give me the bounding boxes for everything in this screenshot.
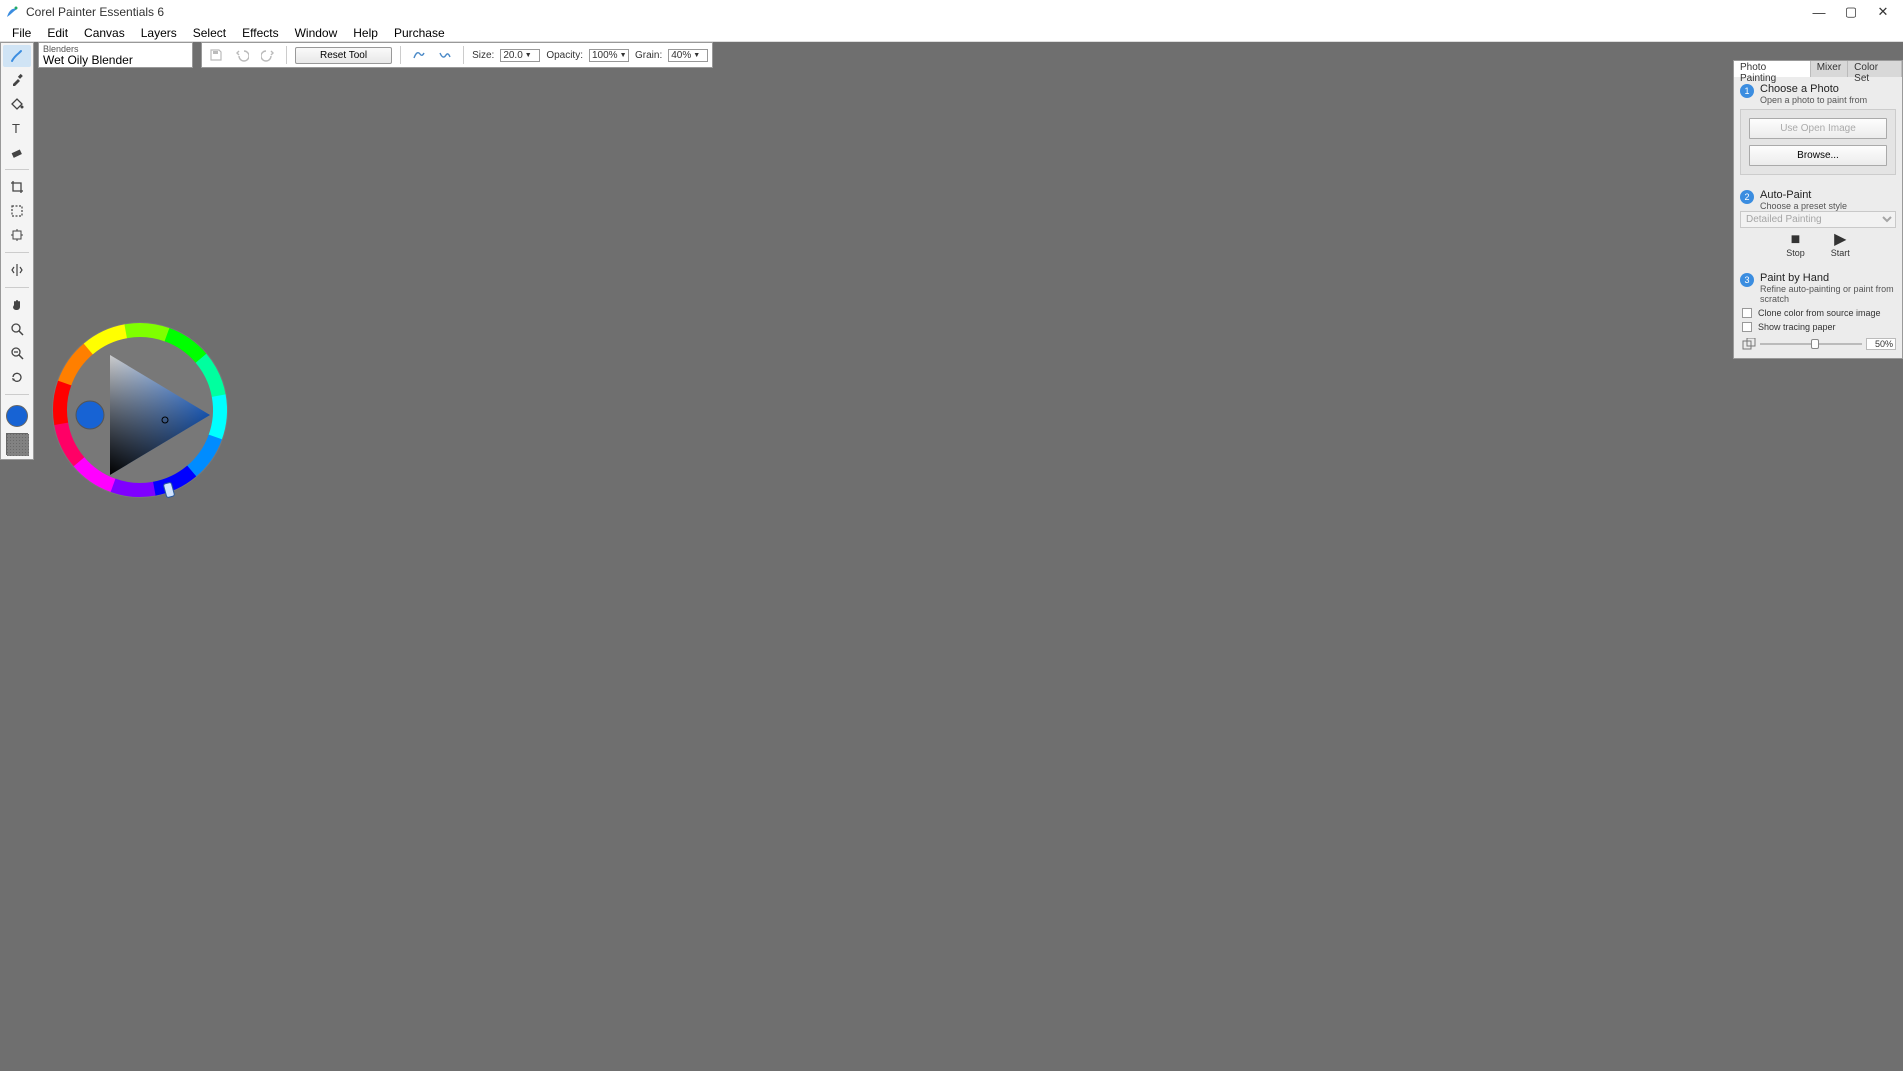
menu-canvas[interactable]: Canvas — [76, 26, 133, 40]
step-2-section: 2 Auto-Paint Choose a preset style Detai… — [1734, 183, 1902, 266]
save-icon[interactable] — [206, 45, 226, 65]
chevron-down-icon: ▼ — [620, 52, 627, 59]
stop-button[interactable]: ■ Stop — [1786, 232, 1805, 258]
play-icon: ▶ — [1834, 232, 1846, 248]
transform-tool[interactable] — [3, 224, 31, 246]
undo-icon[interactable] — [232, 45, 252, 65]
canvas-area[interactable] — [0, 68, 1903, 1071]
step-1-title: Choose a Photo — [1760, 83, 1867, 95]
brush-variant: Wet Oily Blender — [43, 55, 188, 66]
maximize-button[interactable]: ▢ — [1835, 4, 1867, 20]
menu-bar: File Edit Canvas Layers Select Effects W… — [0, 24, 1903, 42]
reset-tool-button[interactable]: Reset Tool — [295, 47, 392, 64]
menu-edit[interactable]: Edit — [39, 26, 76, 40]
menu-layers[interactable]: Layers — [133, 26, 185, 40]
grabber-tool[interactable] — [3, 294, 31, 316]
step-1-desc: Open a photo to paint from — [1760, 95, 1867, 105]
tracing-paper-checkbox[interactable]: Show tracing paper — [1742, 322, 1896, 332]
step-1-section: 1 Choose a Photo Open a photo to paint f… — [1734, 77, 1902, 183]
menu-help[interactable]: Help — [345, 26, 386, 40]
svg-text:T: T — [12, 121, 20, 136]
color-swatch[interactable] — [6, 405, 28, 427]
redo-icon[interactable] — [258, 45, 278, 65]
minimize-button[interactable]: — — [1803, 5, 1835, 20]
paint-bucket-tool[interactable] — [3, 93, 31, 115]
eraser-tool[interactable] — [3, 141, 31, 163]
chevron-down-icon: ▼ — [525, 52, 532, 59]
selection-tool[interactable] — [3, 200, 31, 222]
dab-preview-icon[interactable] — [409, 45, 429, 65]
menu-file[interactable]: File — [4, 26, 39, 40]
menu-purchase[interactable]: Purchase — [386, 26, 453, 40]
tab-mixer[interactable]: Mixer — [1811, 61, 1848, 77]
menu-select[interactable]: Select — [185, 26, 234, 40]
tracing-opacity-icon — [1742, 338, 1756, 350]
toolbox: T — [0, 42, 34, 460]
zoom-out-tool[interactable] — [3, 342, 31, 364]
tab-photo-painting[interactable]: Photo Painting — [1734, 61, 1811, 77]
text-tool[interactable]: T — [3, 117, 31, 139]
size-input[interactable]: 20.0▼ — [500, 49, 540, 62]
tracing-opacity-value[interactable]: 50% — [1866, 338, 1896, 350]
opacity-input[interactable]: 100%▼ — [589, 49, 629, 62]
property-bar: Reset Tool Size: 20.0▼ Opacity: 100%▼ Gr… — [201, 42, 713, 68]
property-bar-row: Blenders Wet Oily Blender Reset Tool Siz… — [0, 42, 1903, 68]
paper-swatch[interactable] — [6, 433, 28, 455]
panel-tabs: Photo Painting Mixer Color Set — [1734, 61, 1902, 77]
step-3-desc: Refine auto-painting or paint from scrat… — [1760, 284, 1896, 304]
app-title: Corel Painter Essentials 6 — [26, 5, 164, 19]
title-bar: Corel Painter Essentials 6 — ▢ ✕ — [0, 0, 1903, 24]
dropper-tool[interactable] — [3, 69, 31, 91]
step-2-title: Auto-Paint — [1760, 189, 1847, 201]
chevron-down-icon: ▼ — [693, 52, 700, 59]
brush-tool[interactable] — [3, 45, 31, 67]
photo-painting-panel: Photo Painting Mixer Color Set 1 Choose … — [1733, 60, 1903, 359]
checkbox-icon — [1742, 322, 1752, 332]
tracing-opacity-slider[interactable] — [1760, 343, 1862, 345]
step-2-badge: 2 — [1740, 190, 1754, 204]
stop-icon: ■ — [1791, 232, 1801, 248]
use-open-image-button[interactable]: Use Open Image — [1749, 118, 1887, 139]
grain-label: Grain: — [635, 50, 662, 61]
stroke-preview-icon[interactable] — [435, 45, 455, 65]
menu-window[interactable]: Window — [287, 26, 346, 40]
menu-effects[interactable]: Effects — [234, 26, 286, 40]
step-1-badge: 1 — [1740, 84, 1754, 98]
start-button[interactable]: ▶ Start — [1831, 232, 1850, 258]
checkbox-icon — [1742, 308, 1752, 318]
rotate-tool[interactable] — [3, 366, 31, 388]
magnifier-tool[interactable] — [3, 318, 31, 340]
step-3-badge: 3 — [1740, 273, 1754, 287]
grain-input[interactable]: 40%▼ — [668, 49, 708, 62]
size-label: Size: — [472, 50, 494, 61]
tab-color-set[interactable]: Color Set — [1848, 61, 1902, 77]
step-2-desc: Choose a preset style — [1760, 201, 1847, 211]
close-button[interactable]: ✕ — [1867, 4, 1899, 20]
browse-button[interactable]: Browse... — [1749, 145, 1887, 166]
preset-select[interactable]: Detailed Painting — [1740, 211, 1896, 228]
opacity-label: Opacity: — [546, 50, 583, 61]
mirror-tool[interactable] — [3, 259, 31, 281]
color-wheel-popup[interactable] — [50, 320, 230, 500]
clone-color-checkbox[interactable]: Clone color from source image — [1742, 308, 1896, 318]
crop-tool[interactable] — [3, 176, 31, 198]
step-3-title: Paint by Hand — [1760, 272, 1896, 284]
brush-selector[interactable]: Blenders Wet Oily Blender — [38, 42, 193, 68]
step-3-section: 3 Paint by Hand Refine auto-painting or … — [1734, 266, 1902, 358]
app-icon — [4, 4, 20, 20]
